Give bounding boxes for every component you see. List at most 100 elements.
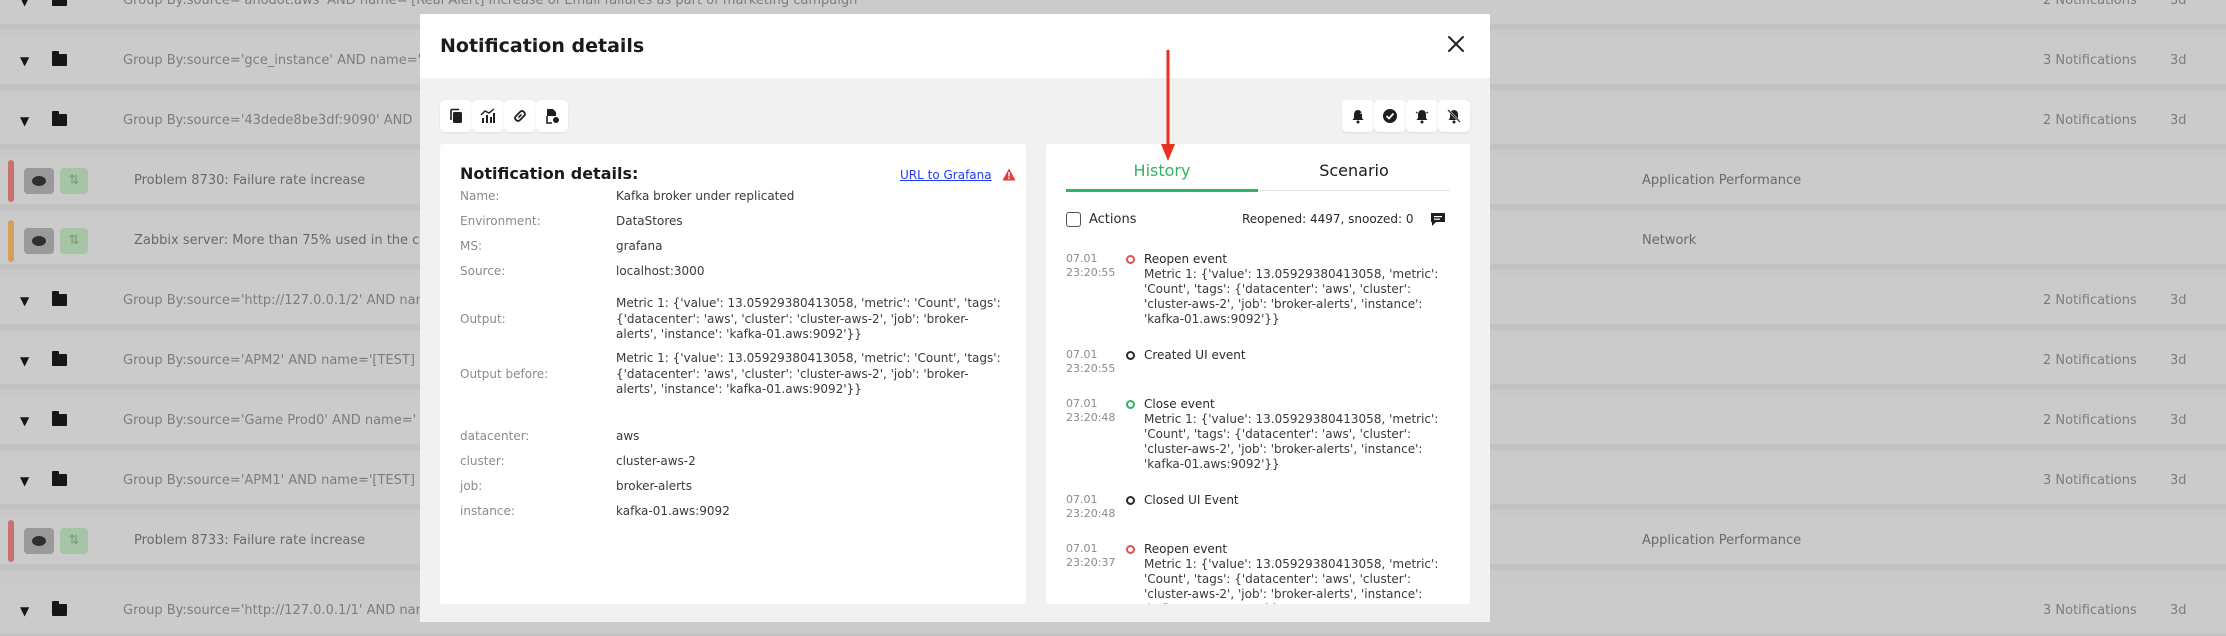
chevron-down-icon[interactable]: ▼ xyxy=(20,354,32,368)
chevron-down-icon[interactable]: ▼ xyxy=(20,54,32,68)
event-timestamp: 07.01 23:20:55 xyxy=(1066,348,1115,376)
event-timestamp: 07.01 23:20:37 xyxy=(1066,542,1116,570)
event-time: 23:20:37 xyxy=(1066,556,1116,569)
event-time: 23:20:48 xyxy=(1066,411,1116,424)
group-label: Group By:source='anodot.aws' AND name='[… xyxy=(123,0,861,8)
detail-label: datacenter: xyxy=(460,429,530,443)
event-description: Metric 1: {'value': 13.05929380413058, '… xyxy=(1144,267,1439,326)
event-timestamp: 07.01 23:20:48 xyxy=(1066,397,1116,425)
tab-scenario[interactable]: Scenario xyxy=(1258,161,1450,180)
event-title: Created UI event xyxy=(1144,348,1246,362)
group-label: Group By:source='APM2' AND name='[TEST] xyxy=(123,353,415,368)
refresh-icon[interactable]: ⇅ xyxy=(60,168,88,194)
group-count: 2 Notifications xyxy=(2043,293,2137,308)
chart-icon xyxy=(480,108,495,123)
detail-label: job: xyxy=(460,479,483,493)
document-button[interactable] xyxy=(536,100,568,132)
chart-button[interactable] xyxy=(472,100,504,132)
chevron-down-icon[interactable]: ▼ xyxy=(20,604,32,618)
eye-icon[interactable] xyxy=(24,528,54,554)
tab-history[interactable]: History xyxy=(1066,161,1258,180)
chevron-down-icon[interactable]: ▼ xyxy=(20,114,32,128)
svg-text:z: z xyxy=(1360,110,1363,116)
detail-value: Metric 1: {'value': 13.05929380413058, '… xyxy=(616,296,1001,341)
document-icon xyxy=(546,109,559,124)
detail-label: instance: xyxy=(460,504,515,518)
detail-label: Environment: xyxy=(460,214,541,228)
folder-icon xyxy=(52,411,67,426)
mute-button[interactable] xyxy=(1438,100,1470,132)
group-age: 3d xyxy=(2170,0,2187,8)
problem-category: Application Performance xyxy=(1642,173,1802,188)
folder-icon xyxy=(52,0,67,6)
copy-button[interactable] xyxy=(440,100,472,132)
group-count: 3 Notifications xyxy=(2043,473,2137,488)
event-time: 23:20:48 xyxy=(1066,507,1116,520)
event-date: 07.01 xyxy=(1066,397,1098,410)
timeline-event: 07.01 23:20:55 Created UI event xyxy=(1066,348,1456,378)
group-count: 2 Notifications xyxy=(2043,0,2137,8)
detail-value: DataStores xyxy=(616,214,683,228)
acknowledge-button[interactable] xyxy=(1374,100,1406,132)
eye-icon[interactable] xyxy=(24,168,54,194)
link-button[interactable] xyxy=(504,100,536,132)
detail-value: broker-alerts xyxy=(616,479,692,493)
annotation-arrow-icon xyxy=(1161,50,1175,161)
event-date: 07.01 xyxy=(1066,542,1098,555)
timeline-event: 07.01 23:20:55 Reopen event Metric 1: {'v… xyxy=(1066,252,1456,326)
detail-value: Metric 1: {'value': 13.05929380413058, '… xyxy=(616,351,1001,396)
group-count: 2 Notifications xyxy=(2043,113,2137,128)
modal-title: Notification details xyxy=(440,35,645,57)
detail-label: Source: xyxy=(460,264,506,278)
group-count: 2 Notifications xyxy=(2043,413,2137,428)
group-age: 3d xyxy=(2170,473,2187,488)
bell-off-icon xyxy=(1447,109,1461,124)
detail-row-output-before: Output before: Metric 1: {'value': 13.05… xyxy=(460,351,1010,399)
group-label: Group By:source='APM1' AND name='[TEST] … xyxy=(123,473,423,488)
event-time: 23:20:55 xyxy=(1066,266,1116,279)
refresh-icon[interactable]: ⇅ xyxy=(60,228,88,254)
chevron-down-icon[interactable]: ▼ xyxy=(20,294,32,308)
chevron-down-icon[interactable]: ▼ xyxy=(20,474,32,488)
actions-label: Actions xyxy=(1089,212,1137,227)
chevron-down-icon[interactable]: ▼ xyxy=(20,0,32,8)
detail-label: MS: xyxy=(460,239,483,253)
event-title: Reopen event xyxy=(1144,542,1228,556)
notification-details-modal: Notification details z Notification deta… xyxy=(420,14,1490,622)
detail-value: cluster-aws-2 xyxy=(616,454,696,468)
detail-value: Kafka broker under replicated xyxy=(616,189,795,203)
group-label: Group By:source='http://127.0.0.1/1' AND… xyxy=(123,603,437,618)
notify-button[interactable] xyxy=(1406,100,1438,132)
problem-category: Application Performance xyxy=(1642,533,1802,548)
snooze-button[interactable]: z xyxy=(1342,100,1374,132)
check-circle-icon xyxy=(1383,109,1397,123)
snooze-icon: z xyxy=(1352,110,1364,124)
refresh-icon[interactable]: ⇅ xyxy=(60,528,88,554)
folder-icon xyxy=(52,51,67,66)
detail-row-job: job: broker-alerts xyxy=(460,479,1010,497)
event-description: Metric 1: {'value': 13.05929380413058, '… xyxy=(1144,557,1439,604)
event-timestamp: 07.01 23:20:48 xyxy=(1066,493,1116,521)
actions-checkbox[interactable] xyxy=(1066,212,1081,227)
group-age: 3d xyxy=(2170,603,2187,618)
chevron-down-icon[interactable]: ▼ xyxy=(20,414,32,428)
folder-icon xyxy=(52,351,67,366)
event-title: Close event xyxy=(1144,397,1215,411)
group-age: 3d xyxy=(2170,113,2187,128)
detail-row-output: Output: Metric 1: {'value': 13.059293804… xyxy=(460,296,1010,344)
detail-row-cluster: cluster: cluster-aws-2 xyxy=(460,454,1010,472)
event-date: 07.01 xyxy=(1066,348,1098,361)
comment-icon[interactable] xyxy=(1430,212,1446,231)
group-age: 3d xyxy=(2170,53,2187,68)
eye-icon[interactable] xyxy=(24,228,54,254)
detail-row-ms: MS: grafana xyxy=(460,239,1010,257)
event-description: Metric 1: {'value': 13.05929380413058, '… xyxy=(1144,412,1439,471)
detail-value: aws xyxy=(616,429,640,443)
detail-row-instance: instance: kafka-01.aws:9092 xyxy=(460,504,1010,522)
group-age: 3d xyxy=(2170,353,2187,368)
group-age: 3d xyxy=(2170,413,2187,428)
status-dot-icon xyxy=(1126,255,1135,264)
detail-label: cluster: xyxy=(460,454,505,468)
close-icon[interactable] xyxy=(1444,32,1468,56)
grafana-link[interactable]: URL to Grafana xyxy=(900,168,992,182)
